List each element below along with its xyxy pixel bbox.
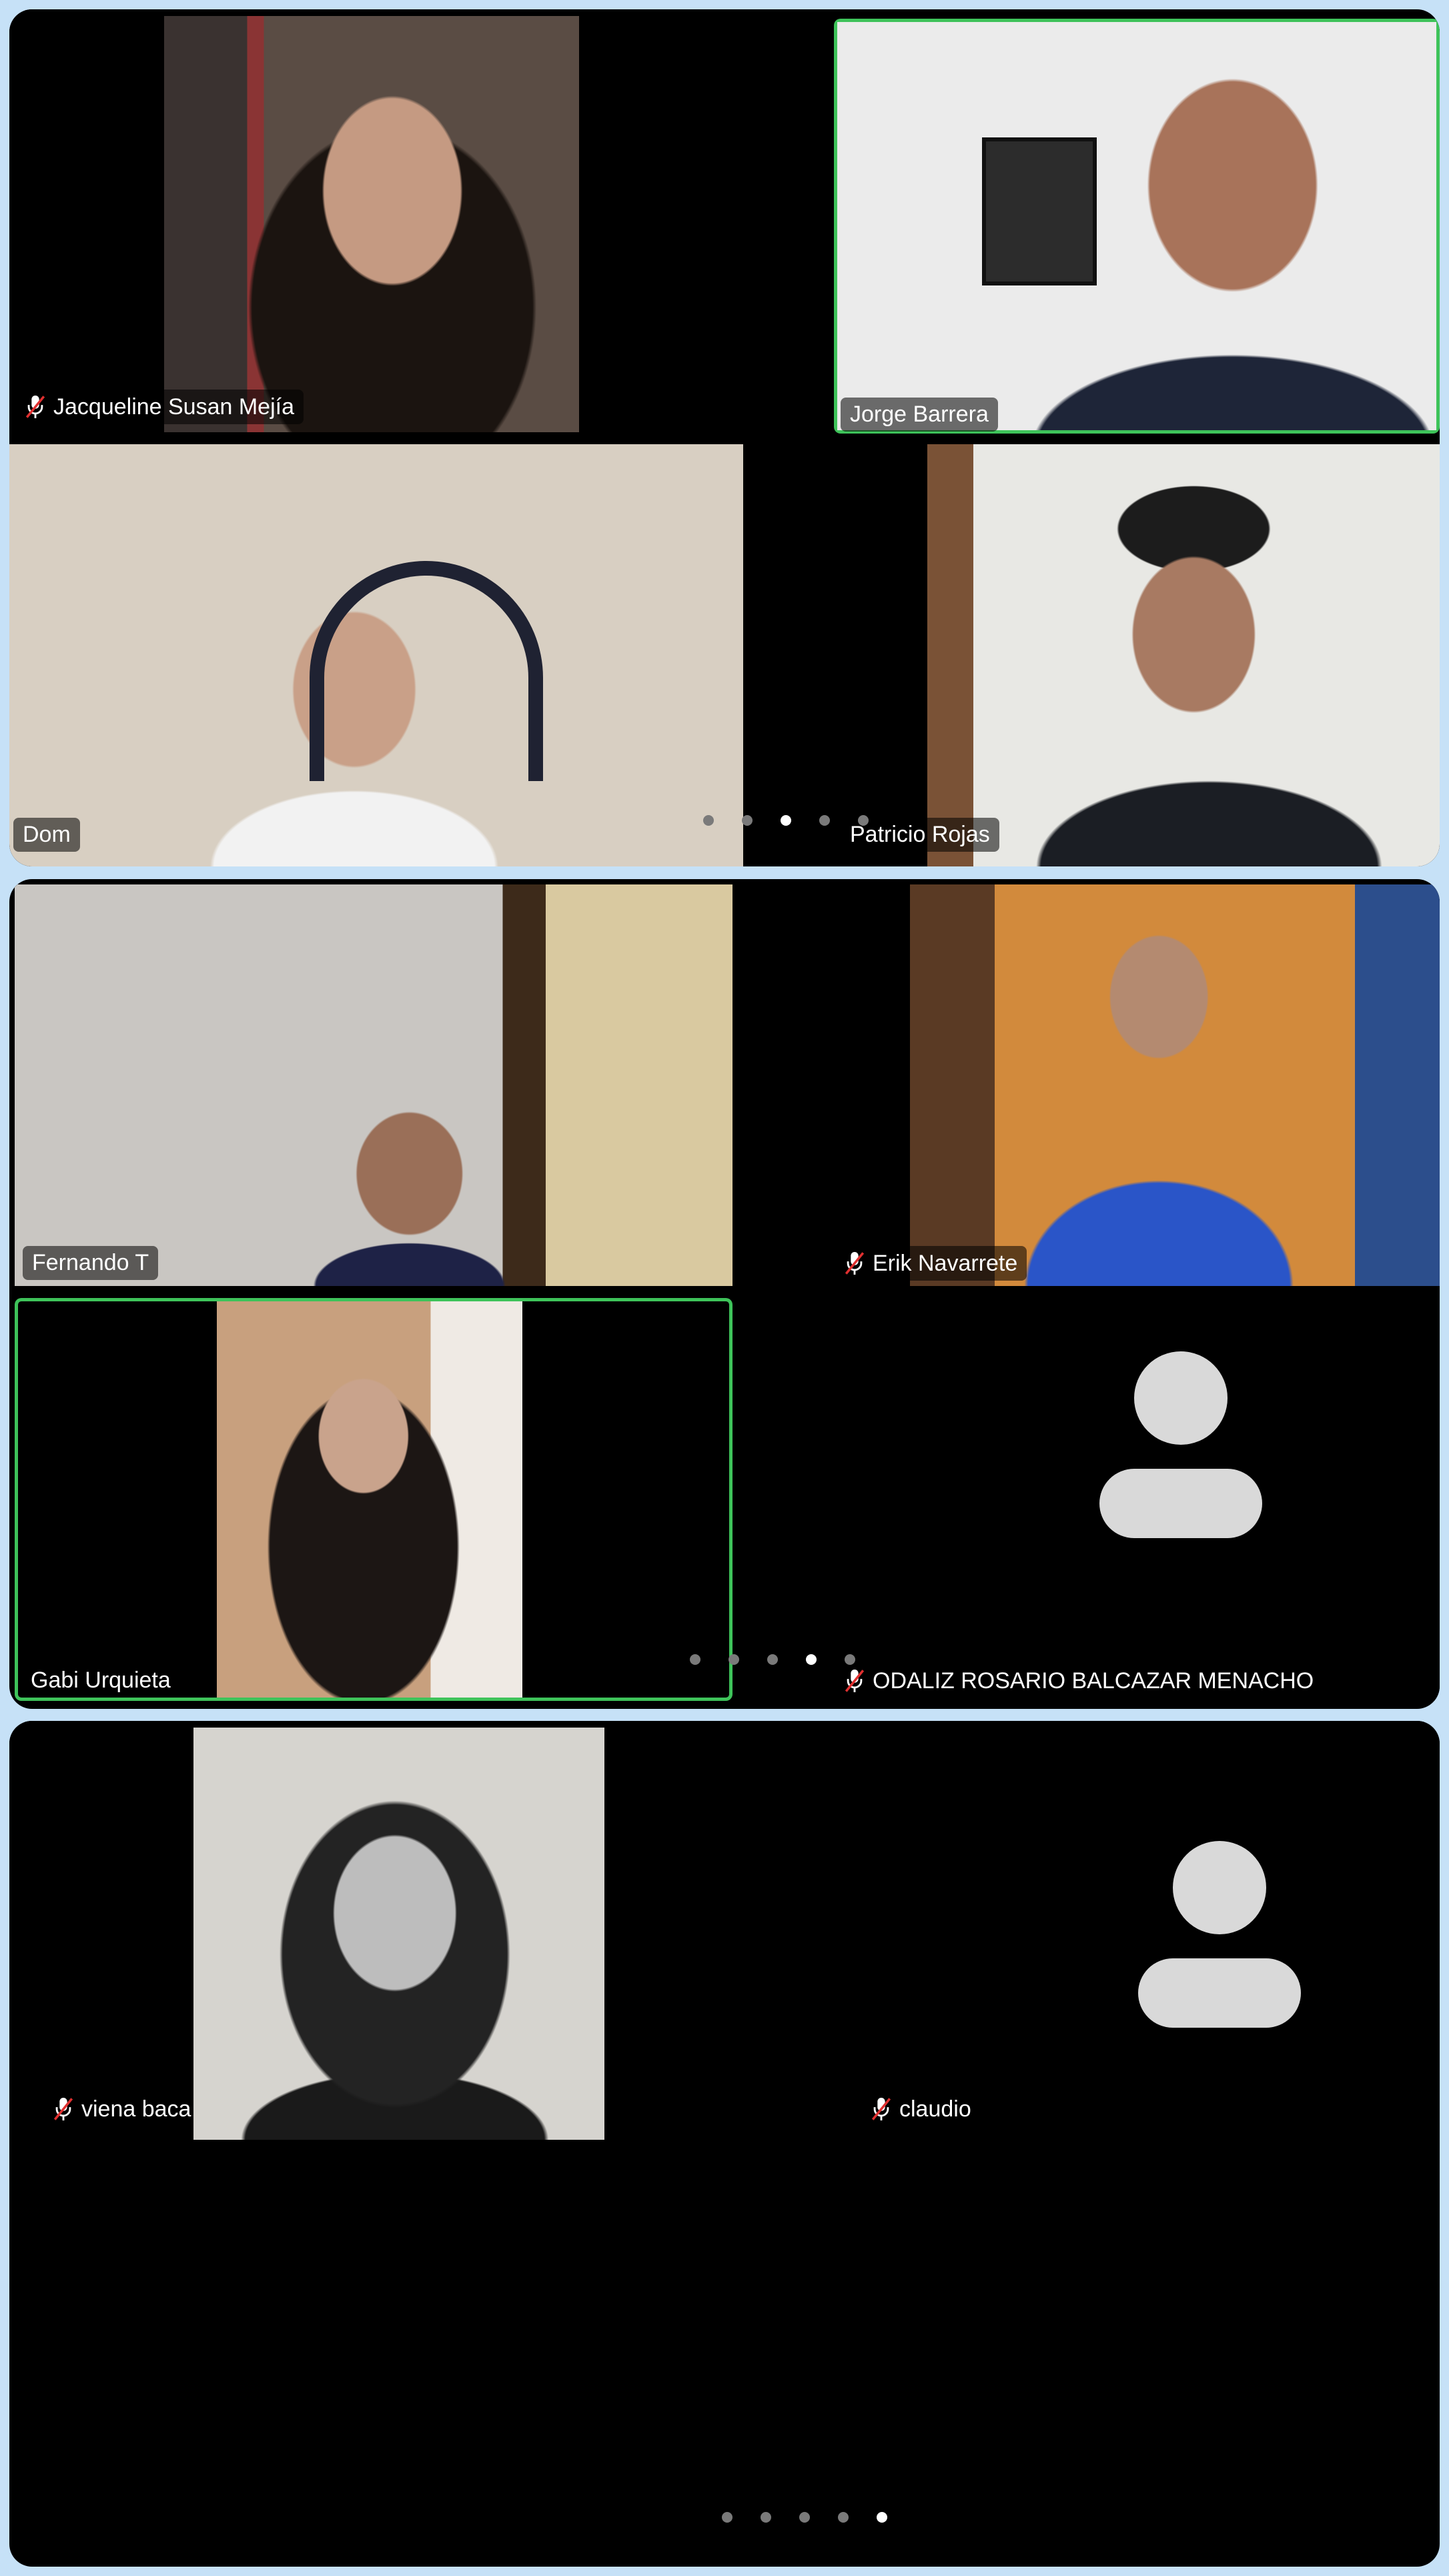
meeting-screen-1: Jacqueline Susan Mejía Jorge Barrera Dom…: [9, 9, 1440, 866]
page-dot[interactable]: [858, 815, 869, 826]
mic-off-icon: [845, 1252, 865, 1275]
video-feed: [910, 884, 1440, 1286]
name-label: ODALIZ ROSARIO BALCAZAR MENACHO: [834, 1664, 1324, 1698]
participant-name: viena baca: [81, 2096, 191, 2122]
participant-name: Jacqueline Susan Mejía: [53, 394, 295, 420]
headphones: [310, 561, 543, 781]
participant-name: Erik Navarrete: [873, 1250, 1018, 1276]
video-feed: [837, 22, 1436, 430]
video-feed: [927, 444, 1440, 866]
video-feed: [15, 884, 733, 1286]
video-feed: [217, 1301, 522, 1698]
video-tile-viena[interactable]: viena baca: [9, 1721, 823, 2148]
page-dot-active[interactable]: [806, 1654, 817, 1665]
video-tile-dom[interactable]: Dom: [9, 444, 743, 866]
meeting-screen-2: Fernando T Erik Navarrete Gabi Urquieta …: [9, 879, 1440, 1709]
page-dot[interactable]: [722, 2512, 733, 2523]
page-dot[interactable]: [767, 1654, 778, 1665]
meeting-screen-3: viena baca claudio: [9, 1721, 1440, 2567]
video-tile-jacqueline[interactable]: Jacqueline Susan Mejía: [9, 9, 830, 436]
name-label: claudio: [861, 2092, 981, 2126]
participant-name: claudio: [899, 2096, 971, 2122]
participant-name: ODALIZ ROSARIO BALCAZAR MENACHO: [873, 1668, 1314, 1694]
mic-off-icon: [845, 1670, 865, 1692]
video-feed: [164, 16, 579, 432]
page-dot[interactable]: [742, 815, 753, 826]
video-tile-claudio[interactable]: claudio: [834, 1721, 1440, 2148]
participant-name: Dom: [23, 822, 71, 847]
page-dot[interactable]: [819, 815, 830, 826]
page-dot[interactable]: [761, 2512, 771, 2523]
name-label: Jacqueline Susan Mejía: [15, 390, 304, 424]
page-indicator: [703, 815, 869, 826]
page-dot-active[interactable]: [877, 2512, 887, 2523]
name-label: Fernando T: [23, 1246, 159, 1280]
wall-picture: [982, 137, 1097, 285]
page-dot[interactable]: [703, 815, 714, 826]
participant-name: Patricio Rojas: [850, 822, 990, 847]
page-dot[interactable]: [845, 1654, 855, 1665]
name-label: Jorge Barrera: [841, 398, 998, 432]
participant-name: Gabi Urquieta: [31, 1668, 171, 1693]
page-dot-active[interactable]: [781, 815, 791, 826]
video-tile-fernando[interactable]: Fernando T: [15, 884, 733, 1286]
page-dot[interactable]: [729, 1654, 739, 1665]
person-silhouette-icon: [1138, 1841, 1301, 2028]
profile-photo: [193, 1728, 604, 2140]
name-label: Gabi Urquieta: [21, 1664, 180, 1698]
video-tile-jorge[interactable]: Jorge Barrera: [834, 19, 1440, 434]
page-dot[interactable]: [838, 2512, 849, 2523]
name-label: Erik Navarrete: [834, 1246, 1027, 1281]
video-tile-gabi[interactable]: Gabi Urquieta: [15, 1298, 733, 1701]
person-silhouette-icon: [1099, 1351, 1262, 1538]
name-label: Dom: [13, 818, 80, 852]
video-tile-odaliz[interactable]: ODALIZ ROSARIO BALCAZAR MENACHO: [834, 1298, 1440, 1701]
participant-name: Jorge Barrera: [850, 402, 989, 427]
page-indicator: [722, 2512, 887, 2523]
video-tile-erik[interactable]: Erik Navarrete: [834, 884, 1440, 1286]
mic-off-icon: [53, 2098, 73, 2120]
page-dot[interactable]: [690, 1654, 700, 1665]
page-dot[interactable]: [799, 2512, 810, 2523]
mic-off-icon: [871, 2098, 891, 2120]
mic-off-icon: [25, 396, 45, 418]
video-tile-patricio[interactable]: Patricio Rojas: [834, 444, 1440, 866]
name-label: viena baca: [43, 2092, 200, 2126]
participant-name: Fernando T: [32, 1250, 149, 1275]
page-indicator: [690, 1654, 855, 1665]
